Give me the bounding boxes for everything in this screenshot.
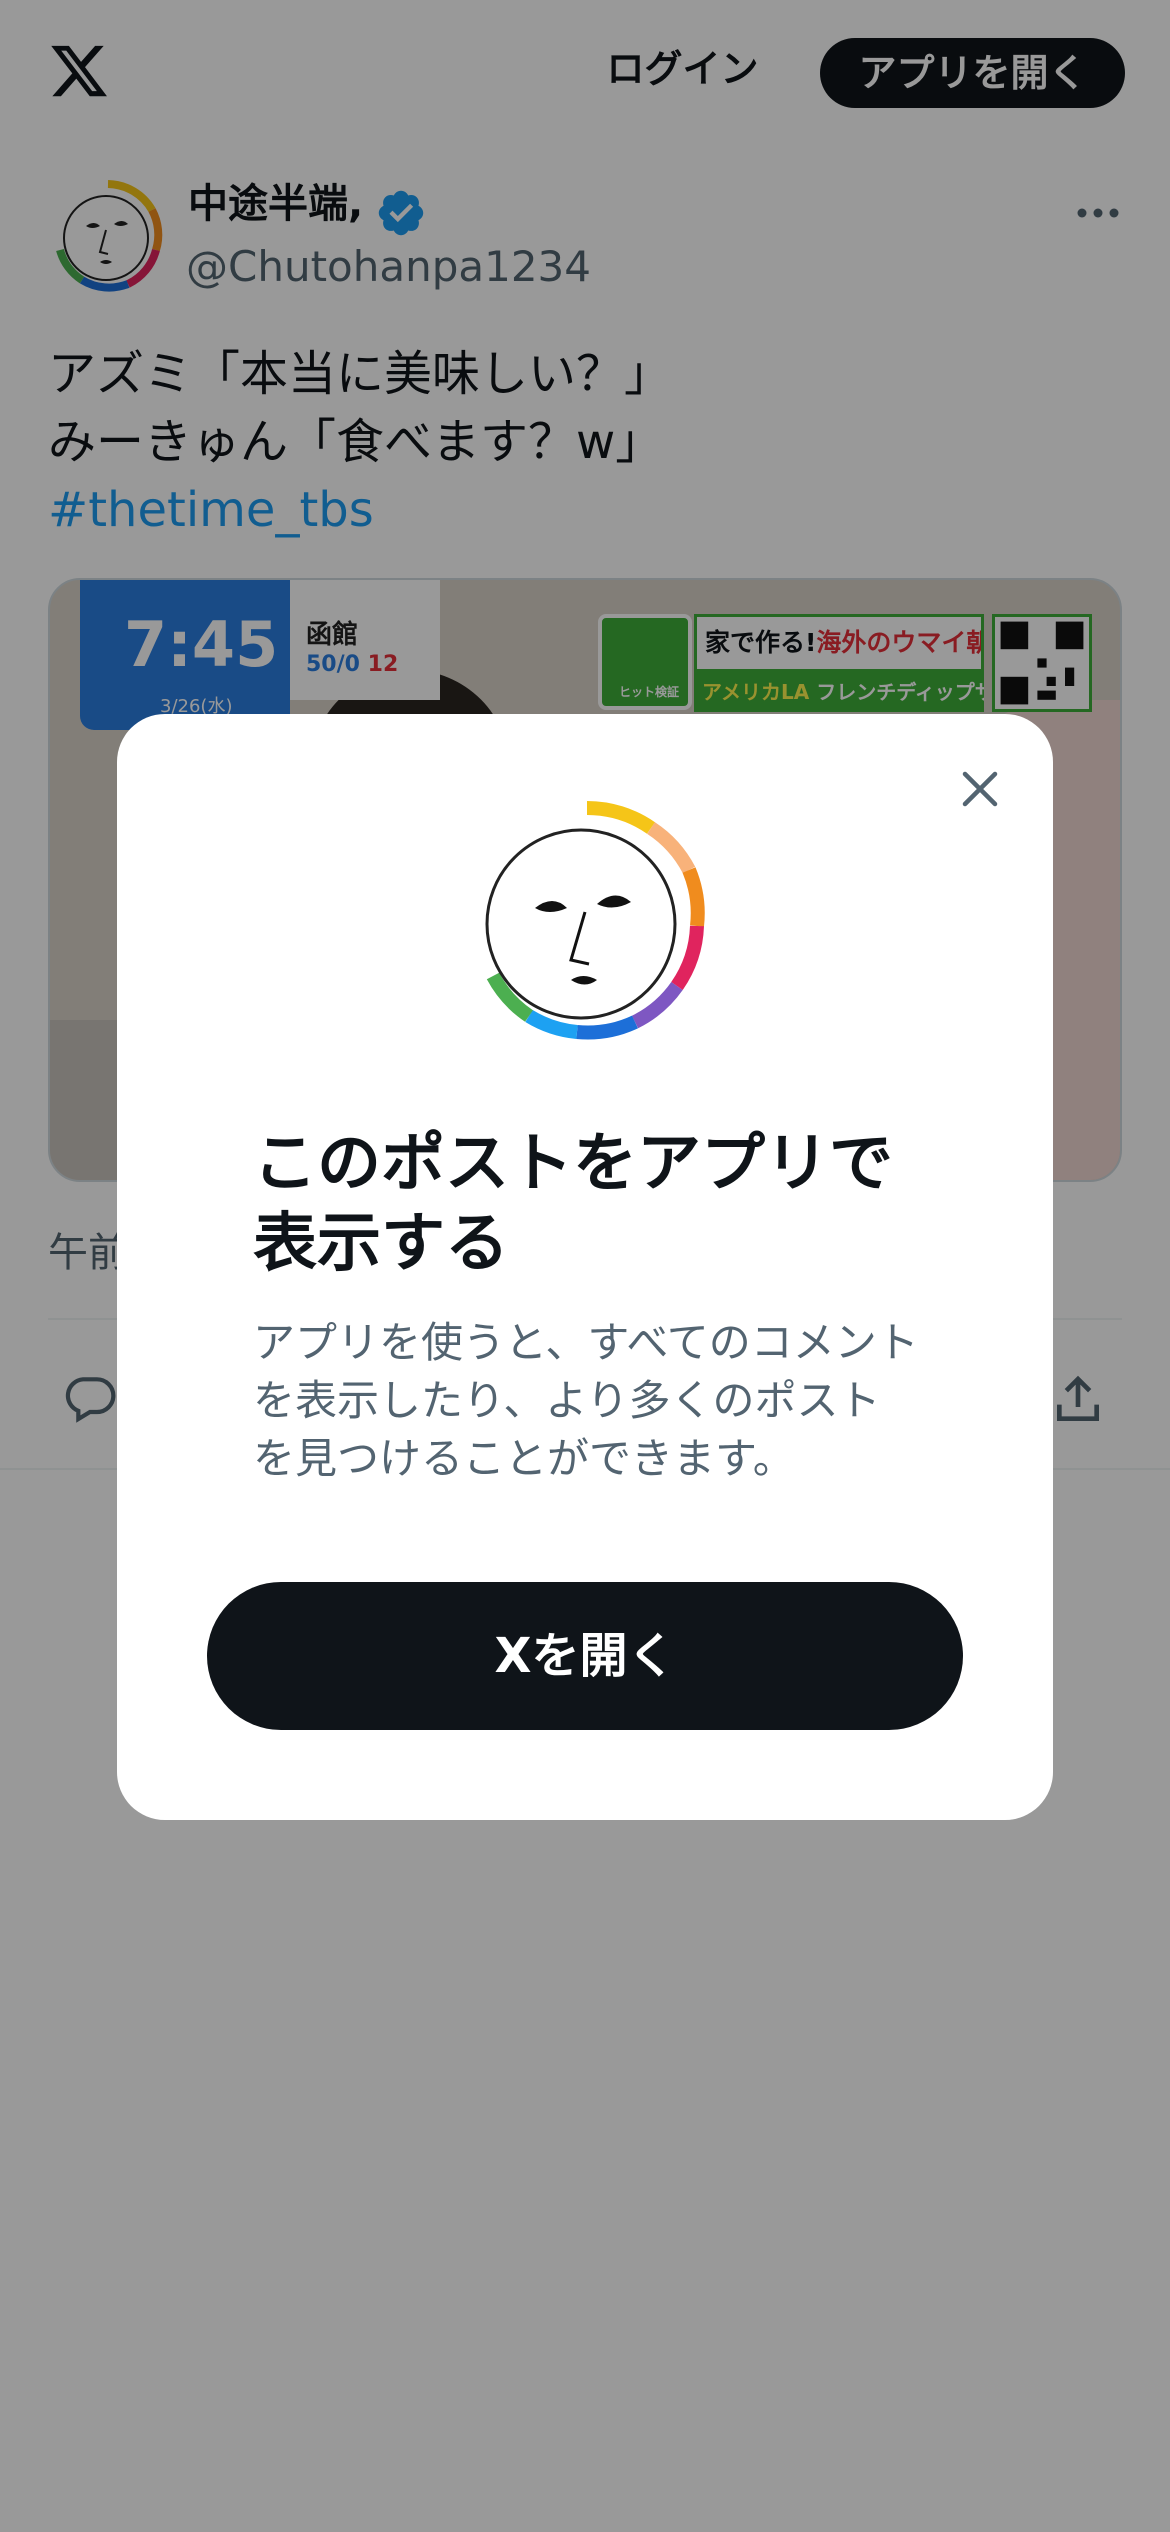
modal-title: このポストをアプリで 表示する (253, 1124, 953, 1284)
profile-logo (475, 800, 705, 1040)
page: ログイン アプリを開く 中途半端, @Chutohanpa1234 アズミ「本当… (0, 0, 1170, 2532)
modal-description-line: アプリを使うと、すべてのコメント (253, 1318, 919, 1367)
modal-description-line: を表示したり、より多くのポスト (253, 1376, 881, 1425)
open-x-button[interactable]: Xを開く (207, 1582, 963, 1730)
modal-description-line: を見つけることができます。 (253, 1434, 795, 1483)
modal-title-line: 表示する (253, 1207, 509, 1281)
open-in-app-modal: このポストをアプリで 表示する アプリを使うと、すべてのコメント を表示したり、… (117, 714, 1053, 1820)
close-icon[interactable] (947, 756, 1013, 822)
modal-description: アプリを使うと、すべてのコメント を表示したり、より多くのポスト を見つけること… (253, 1314, 933, 1488)
modal-title-line: このポストをアプリで (253, 1127, 893, 1201)
